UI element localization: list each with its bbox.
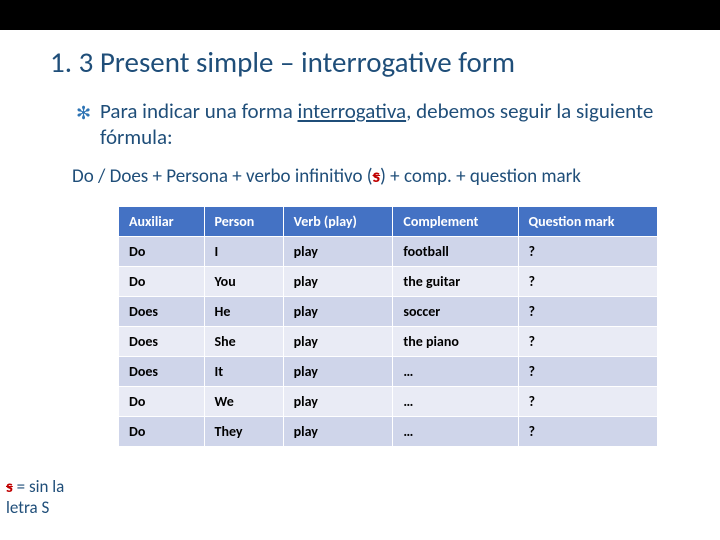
th-auxiliar: Auxiliar <box>119 206 205 236</box>
table-row: DoWeplay…? <box>119 386 658 416</box>
th-question-mark: Question mark <box>518 206 657 236</box>
table-cell: They <box>204 416 283 446</box>
formula-pre: Do / Does + Persona + verbo infinitivo ( <box>72 165 373 188</box>
page-title: 1. 3 Present simple – interrogative form <box>0 30 720 98</box>
table-cell: ? <box>518 266 657 296</box>
table-cell: Does <box>119 356 205 386</box>
table-cell: play <box>283 386 393 416</box>
table-cell: the guitar <box>393 266 518 296</box>
table-row: DoesSheplaythe piano? <box>119 326 658 356</box>
footnote-line2: letra S <box>6 497 49 518</box>
table-row: DoesHeplaysoccer? <box>119 296 658 326</box>
bullet-underline: interrogativa <box>298 98 407 124</box>
conjugation-table: Auxiliar Person Verb (play) Complement Q… <box>118 206 658 447</box>
table-cell: Do <box>119 416 205 446</box>
table-cell: play <box>283 416 393 446</box>
table-cell: We <box>204 386 283 416</box>
bullet-block: ✻ Para indicar una forma interrogativa, … <box>0 98 720 151</box>
table-row: DoTheyplay…? <box>119 416 658 446</box>
formula-line: Do / Does + Persona + verbo infinitivo (… <box>0 161 720 188</box>
table-cell: Do <box>119 386 205 416</box>
table-cell: ? <box>518 326 657 356</box>
formula-strike-s: s <box>373 165 381 188</box>
table-cell: Does <box>119 296 205 326</box>
table-cell: soccer <box>393 296 518 326</box>
table-cell: play <box>283 356 393 386</box>
table-cell: the piano <box>393 326 518 356</box>
footnote-strike-s: s <box>6 476 13 497</box>
th-complement: Complement <box>393 206 518 236</box>
th-person: Person <box>204 206 283 236</box>
table-cell: It <box>204 356 283 386</box>
bullet-pre: Para indicar una forma <box>100 98 298 124</box>
bullet-text: Para indicar una forma interrogativa, de… <box>100 98 670 151</box>
table-cell: ? <box>518 296 657 326</box>
table-cell: She <box>204 326 283 356</box>
table-row: DoesItplay…? <box>119 356 658 386</box>
table-cell: ? <box>518 416 657 446</box>
table-cell: ? <box>518 386 657 416</box>
table-cell: Does <box>119 326 205 356</box>
bullet-star-icon: ✻ <box>76 102 91 124</box>
table-cell: ? <box>518 236 657 266</box>
table-row: DoIplayfootball? <box>119 236 658 266</box>
table-cell: play <box>283 266 393 296</box>
footnote: s = sin la letra S <box>6 477 64 518</box>
formula-post: ) + comp. + question mark <box>380 165 581 188</box>
table-cell: Do <box>119 236 205 266</box>
th-verb: Verb (play) <box>283 206 393 236</box>
footnote-mid: = sin la <box>13 476 65 497</box>
table-cell: ? <box>518 356 657 386</box>
table-cell: … <box>393 386 518 416</box>
table-cell: You <box>204 266 283 296</box>
table-cell: play <box>283 236 393 266</box>
table-cell: I <box>204 236 283 266</box>
table-cell: play <box>283 296 393 326</box>
table-cell: Do <box>119 266 205 296</box>
table-row: DoYouplaythe guitar? <box>119 266 658 296</box>
header-band <box>0 0 720 30</box>
table-cell: play <box>283 326 393 356</box>
table-cell: He <box>204 296 283 326</box>
table-header-row: Auxiliar Person Verb (play) Complement Q… <box>119 206 658 236</box>
table-cell: football <box>393 236 518 266</box>
table-cell: … <box>393 416 518 446</box>
table-cell: … <box>393 356 518 386</box>
